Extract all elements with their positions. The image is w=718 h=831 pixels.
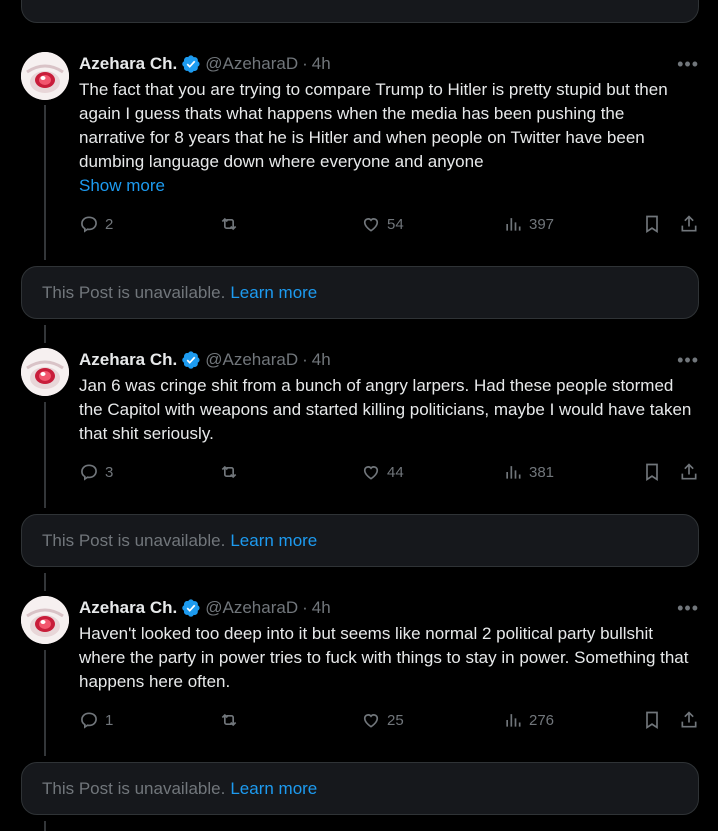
tweet-text: The fact that you are trying to compare … — [79, 78, 694, 198]
timestamp[interactable]: 4h — [312, 54, 331, 74]
reply-button[interactable]: 2 — [79, 214, 113, 234]
tweet-actions: 2 54 397 — [0, 214, 718, 238]
avatar[interactable] — [21, 348, 69, 396]
repost-button[interactable] — [219, 710, 245, 730]
share-icon — [681, 215, 697, 232]
bookmark-icon — [646, 463, 658, 482]
view-count: 276 — [529, 711, 555, 729]
separator-dot: · — [302, 54, 308, 73]
more-options-icon[interactable]: ••• — [677, 54, 699, 75]
reply-icon — [81, 216, 97, 233]
author-handle[interactable]: @AzeharaD — [205, 350, 298, 370]
more-options-icon[interactable]: ••• — [677, 350, 699, 371]
reply-button[interactable]: 3 — [79, 462, 113, 482]
analytics-icon — [506, 466, 521, 479]
thread-line — [44, 325, 46, 343]
learn-more-link[interactable]: Learn more — [230, 283, 317, 303]
share-icon — [681, 463, 697, 480]
verified-badge-icon — [182, 599, 200, 617]
views-button[interactable]: 276 — [503, 710, 554, 730]
like-count: 25 — [387, 711, 404, 729]
bookmark-button[interactable] — [642, 710, 662, 730]
thread-line — [44, 573, 46, 591]
tweet-actions: 1 25 276 — [0, 710, 718, 734]
repost-icon — [221, 217, 237, 231]
more-options-icon[interactable]: ••• — [677, 598, 699, 619]
tweet-body: Haven't looked too deep into it but seem… — [79, 624, 689, 691]
heart-icon — [363, 714, 379, 728]
bookmark-button[interactable] — [642, 462, 662, 482]
like-button[interactable]: 25 — [361, 710, 404, 730]
unavailable-post-card: This Post is unavailable. Learn more — [21, 266, 699, 319]
thread-line — [44, 402, 46, 508]
share-button[interactable] — [679, 462, 699, 482]
tweet-header: Azehara Ch. @AzeharaD · 4h — [79, 598, 331, 618]
bookmark-icon — [646, 215, 658, 234]
share-button[interactable] — [679, 710, 699, 730]
views-button[interactable]: 381 — [503, 462, 554, 482]
learn-more-link[interactable]: Learn more — [230, 779, 317, 799]
separator-dot: · — [302, 350, 308, 369]
share-button[interactable] — [679, 214, 699, 234]
unavailable-post-card: This Post is unavailable. Learn more — [21, 514, 699, 567]
repost-icon — [221, 713, 237, 727]
reply-count: 1 — [105, 711, 114, 729]
show-more-link[interactable]: Show more — [79, 176, 165, 195]
analytics-icon — [506, 218, 521, 231]
author-name[interactable]: Azehara Ch. — [79, 350, 177, 370]
like-count: 44 — [387, 463, 404, 481]
author-handle[interactable]: @AzeharaD — [205, 54, 298, 74]
separator-dot: · — [302, 598, 308, 617]
reply-button[interactable]: 1 — [79, 710, 113, 730]
verified-badge-icon — [182, 55, 200, 73]
reply-icon — [81, 464, 97, 481]
author-name[interactable]: Azehara Ch. — [79, 598, 177, 618]
repost-button[interactable] — [219, 214, 245, 234]
view-count: 397 — [529, 215, 555, 233]
tweet-text: Jan 6 was cringe shit from a bunch of an… — [79, 374, 694, 446]
views-button[interactable]: 397 — [503, 214, 554, 234]
avatar[interactable] — [21, 596, 69, 644]
heart-icon — [363, 466, 379, 480]
unavailable-text: This Post is unavailable. — [42, 282, 226, 302]
reply-count: 2 — [105, 215, 114, 233]
analytics-icon — [506, 714, 521, 727]
repost-button[interactable] — [219, 462, 245, 482]
learn-more-link[interactable]: Learn more — [230, 531, 317, 551]
thread-line — [44, 650, 46, 756]
repost-icon — [221, 465, 237, 479]
author-name[interactable]: Azehara Ch. — [79, 54, 177, 74]
previous-post-card — [21, 0, 699, 23]
tweet-header: Azehara Ch. @AzeharaD · 4h — [79, 54, 331, 74]
thread-line — [44, 821, 46, 831]
like-count: 54 — [387, 215, 404, 233]
tweet-body: Jan 6 was cringe shit from a bunch of an… — [79, 376, 692, 443]
unavailable-post-card: This Post is unavailable. Learn more — [21, 762, 699, 815]
tweet-body: The fact that you are trying to compare … — [79, 80, 668, 171]
unavailable-text: This Post is unavailable. — [42, 778, 226, 798]
tweet-text: Haven't looked too deep into it but seem… — [79, 622, 694, 694]
verified-badge-icon — [182, 351, 200, 369]
bookmark-button[interactable] — [642, 214, 662, 234]
tweet-actions: 3 44 381 — [0, 462, 718, 486]
avatar[interactable] — [21, 52, 69, 100]
like-button[interactable]: 44 — [361, 462, 404, 482]
reply-icon — [81, 712, 97, 729]
reply-count: 3 — [105, 463, 114, 481]
share-icon — [681, 711, 697, 728]
author-handle[interactable]: @AzeharaD — [205, 598, 298, 618]
view-count: 381 — [529, 463, 555, 481]
like-button[interactable]: 54 — [361, 214, 404, 234]
heart-icon — [363, 218, 379, 232]
unavailable-text: This Post is unavailable. — [42, 530, 226, 550]
bookmark-icon — [646, 711, 658, 730]
timestamp[interactable]: 4h — [312, 350, 331, 370]
timestamp[interactable]: 4h — [312, 598, 331, 618]
tweet-header: Azehara Ch. @AzeharaD · 4h — [79, 350, 331, 370]
